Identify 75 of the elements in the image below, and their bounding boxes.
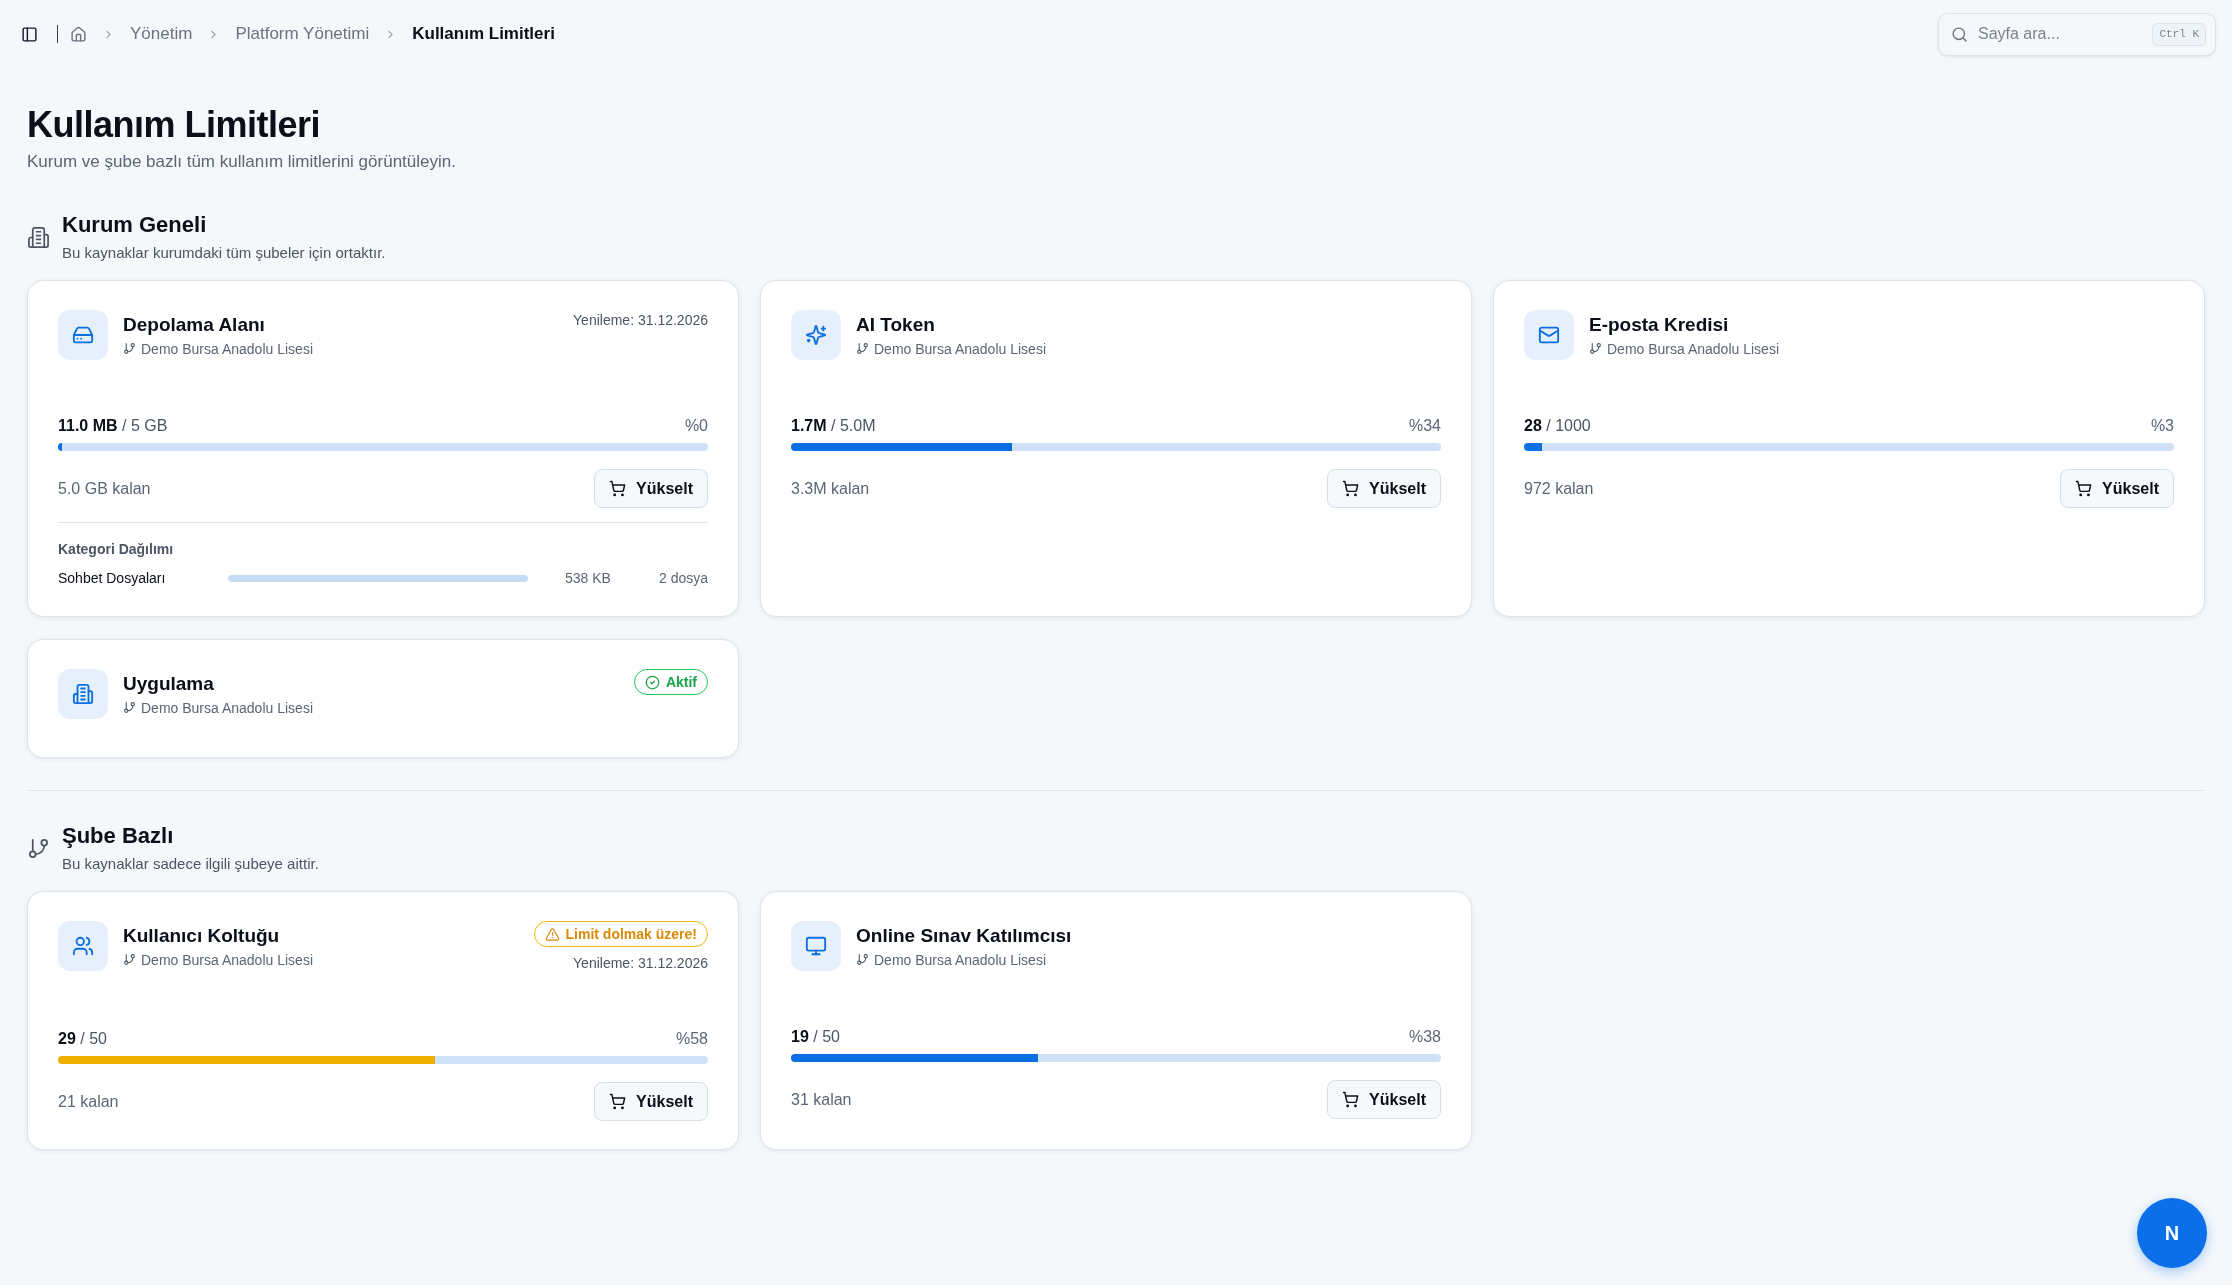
usage-percent: %58 [675, 1029, 708, 1049]
renewal-date: Yenileme: 31.12.2026 [573, 311, 708, 330]
upgrade-button[interactable]: Yükselt [594, 1082, 708, 1121]
breadcrumb-link[interactable]: Platform Yönetimi [235, 21, 370, 47]
section-title: Kurum Geneli [62, 211, 208, 239]
page-subtitle: Kurum ve şube bazlı tüm kullanım limitlerini görüntüleyin. [27, 151, 457, 173]
cart-icon [1342, 480, 1360, 497]
page-title: Kullanım Limitleri [27, 104, 322, 146]
branch-icon [27, 836, 50, 860]
cart-icon [609, 1093, 627, 1110]
branch-name: Demo Bursa Anadolu Lisesi [1607, 339, 1779, 359]
users-icon [58, 921, 108, 971]
upgrade-button[interactable]: Yükselt [2060, 469, 2174, 508]
upgrade-button[interactable]: Yükselt [1327, 469, 1441, 508]
branch-icon [1589, 342, 1602, 355]
status-text: Limit dolmak üzere! [565, 925, 697, 944]
card-title: Kullanıcı Koltuğu [123, 923, 281, 948]
building-icon [27, 225, 50, 249]
branch-icon [123, 701, 136, 714]
check-circle-icon [644, 674, 660, 690]
branch-name: Demo Bursa Anadolu Lisesi [874, 950, 1046, 970]
drive-icon [58, 310, 108, 360]
branch-icon [856, 953, 869, 966]
card-title: Uygulama [123, 671, 215, 696]
branch-name: Demo Bursa Anadolu Lisesi [141, 339, 313, 359]
usage-text: 11.0 MB / 5 GB [58, 416, 168, 436]
warning-icon [544, 926, 560, 942]
file-count: 2 dosya [658, 569, 708, 588]
remaining-text: 31 kalan [791, 1089, 852, 1110]
branch-icon [123, 342, 136, 355]
branch-name: Demo Bursa Anadolu Lisesi [141, 950, 313, 970]
usage-percent: %38 [1408, 1027, 1441, 1047]
usage-percent: %0 [684, 416, 708, 436]
usage-percent: %3 [2150, 416, 2174, 436]
cart-icon [2075, 480, 2093, 497]
breadcrumb-current: Kullanım Limitleri [412, 23, 555, 46]
section-subtitle: Bu kaynaklar kurumdaki tüm şubeler için ortaktır. [62, 243, 386, 263]
usage-text: 19 / 50 [791, 1027, 840, 1047]
remaining-text: 3.3M kalan [791, 478, 870, 499]
branch-icon [856, 342, 869, 355]
card-title: Online Sınav Katılımcısı [856, 923, 1072, 948]
usage-text: 29 / 50 [58, 1029, 107, 1049]
card-title: AI Token [856, 312, 936, 337]
usage-percent: %34 [1408, 416, 1441, 436]
section-title: Şube Bazlı [62, 822, 175, 850]
remaining-text: 5.0 GB kalan [58, 478, 151, 499]
upgrade-button[interactable]: Yükselt [594, 469, 708, 508]
cart-icon [1342, 1091, 1360, 1108]
home-icon[interactable] [70, 25, 87, 43]
upgrade-button[interactable]: Yükselt [1327, 1080, 1441, 1119]
remaining-text: 21 kalan [58, 1091, 119, 1112]
category-size: 538 KB [565, 569, 611, 588]
card-title: E-posta Kredisi [1589, 312, 1730, 337]
category-title: Kategori Dağılımı [58, 540, 175, 559]
category-name: Sohbet Dosyaları [58, 569, 167, 588]
sidebar-toggle-icon[interactable] [21, 25, 38, 43]
usage-text: 28 / 1000 [1524, 416, 1591, 436]
cart-icon [609, 480, 627, 497]
status-text: Aktif [665, 673, 697, 692]
branch-name: Demo Bursa Anadolu Lisesi [874, 339, 1046, 359]
branch-icon [123, 953, 136, 966]
mail-icon [1524, 310, 1574, 360]
building-icon [58, 669, 108, 719]
renewal-date: Yenileme: 31.12.2026 [573, 954, 708, 973]
monitor-icon [791, 921, 841, 971]
floating-action-button[interactable]: N [2137, 1198, 2207, 1268]
usage-text: 1.7M / 5.0M [791, 416, 876, 436]
branch-name: Demo Bursa Anadolu Lisesi [141, 698, 313, 718]
shortcut-key: Ctrl K [2152, 22, 2206, 46]
card-title: Depolama Alanı [123, 312, 266, 337]
section-subtitle: Bu kaynaklar sadece ilgili şubeye aittir. [62, 854, 319, 874]
remaining-text: 972 kalan [1524, 478, 1594, 499]
breadcrumb-link[interactable]: Yönetim [130, 21, 193, 47]
sparkle-icon [791, 310, 841, 360]
search-icon [1951, 25, 1968, 43]
